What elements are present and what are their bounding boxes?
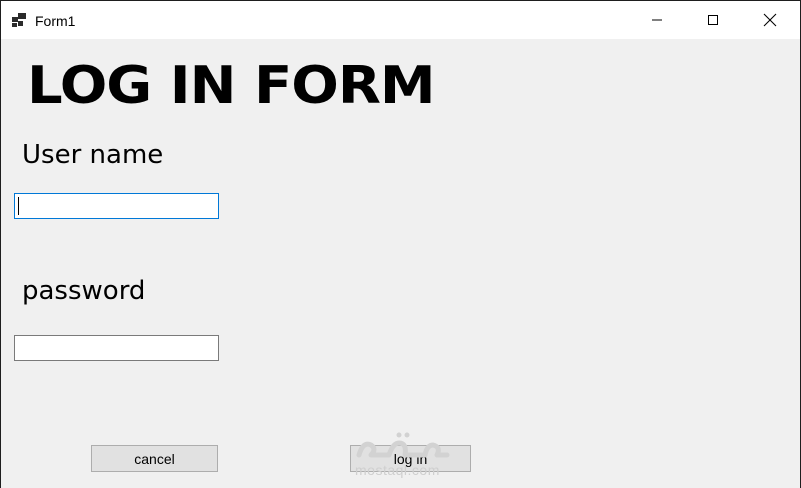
app-icon bbox=[12, 13, 26, 27]
form-heading: LOG IN FORM bbox=[27, 56, 436, 116]
text-caret bbox=[18, 197, 19, 215]
title-bar[interactable]: Form1 bbox=[1, 1, 800, 39]
close-icon bbox=[763, 13, 777, 27]
password-label: password bbox=[22, 276, 146, 306]
form-window: Form1 LOG IN FORM User name password can… bbox=[0, 0, 801, 488]
username-label: User name bbox=[22, 140, 164, 170]
password-input[interactable] bbox=[14, 335, 219, 361]
cancel-button[interactable]: cancel bbox=[91, 445, 218, 472]
login-button[interactable]: log in bbox=[350, 445, 471, 472]
minimize-icon bbox=[652, 19, 662, 21]
maximize-button[interactable] bbox=[690, 1, 736, 39]
minimize-button[interactable] bbox=[634, 1, 680, 39]
close-button[interactable] bbox=[747, 1, 793, 39]
window-title: Form1 bbox=[35, 13, 76, 29]
username-input[interactable] bbox=[14, 193, 219, 219]
maximize-icon bbox=[708, 15, 718, 25]
